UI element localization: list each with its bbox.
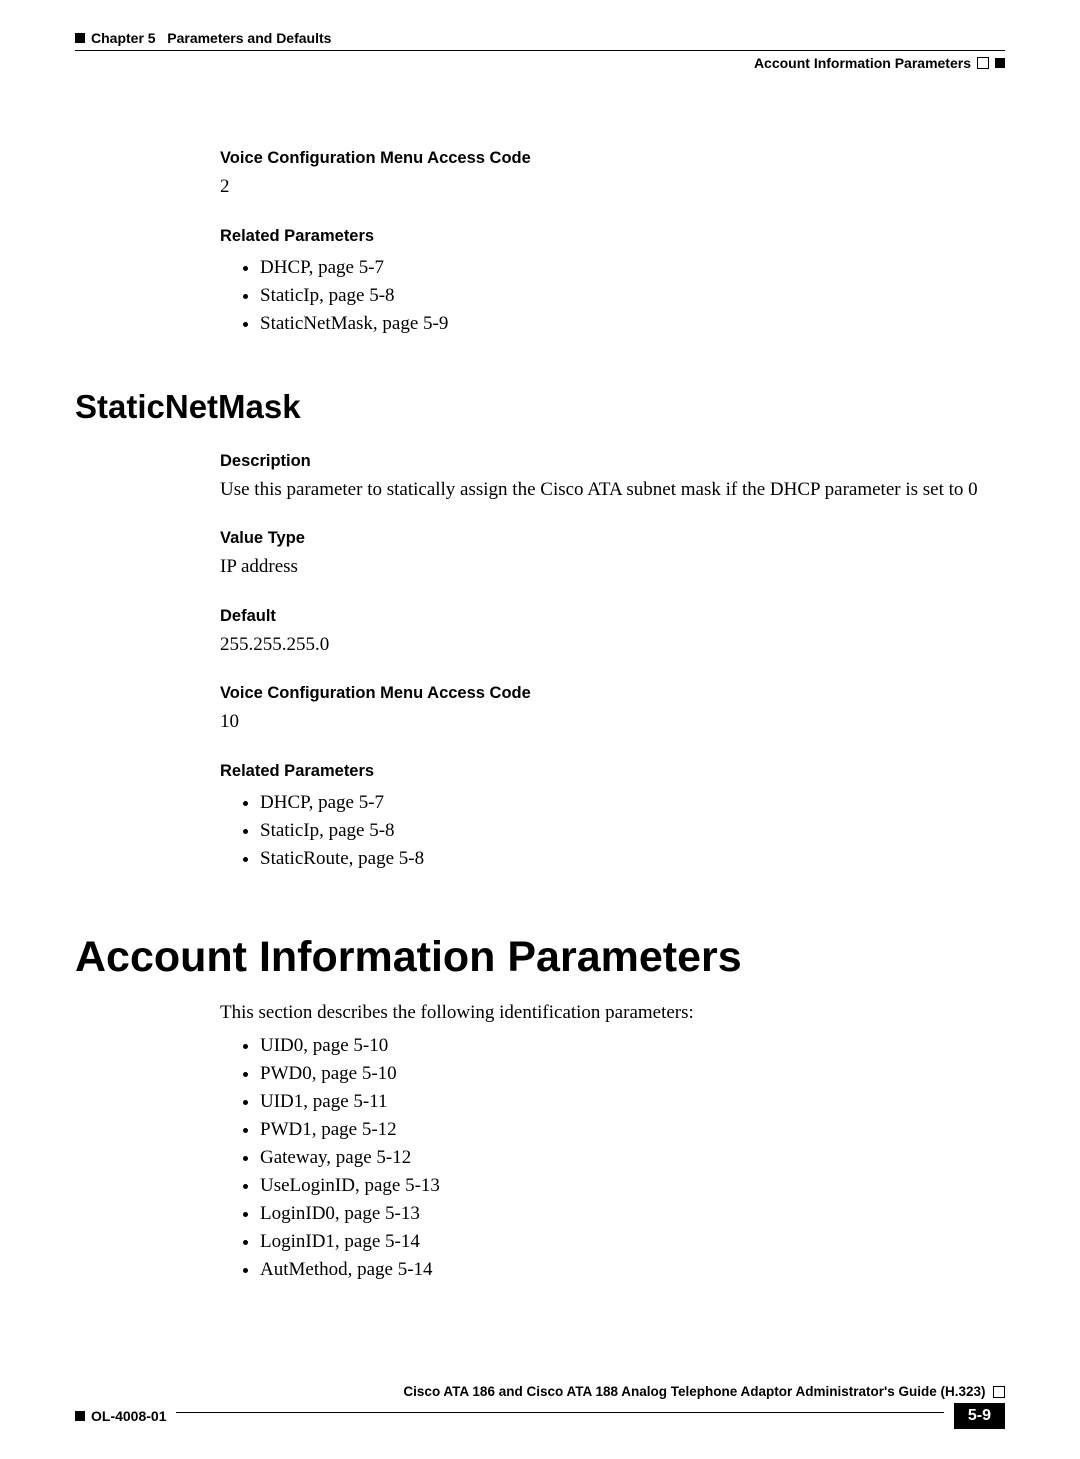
list-item: DHCP, page 5-7 xyxy=(260,254,1005,282)
bullet-icon xyxy=(75,33,85,43)
list-item: PWD0, page 5-10 xyxy=(260,1060,1005,1088)
value-type-label: Value Type xyxy=(220,529,1005,548)
staticnetmask-heading: StaticNetMask xyxy=(75,388,1005,426)
default-label: Default xyxy=(220,607,1005,626)
list-item: StaticRoute, page 5-8 xyxy=(260,845,1005,873)
voice-code-label-2: Voice Configuration Menu Access Code xyxy=(220,684,1005,703)
section-header: Account Information Parameters xyxy=(75,55,1005,71)
account-info-intro: This section describes the following ide… xyxy=(220,1002,1005,1024)
list-item: DHCP, page 5-7 xyxy=(260,789,1005,817)
list-item: LoginID0, page 5-13 xyxy=(260,1200,1005,1228)
related-params-label-2: Related Parameters xyxy=(220,762,1005,781)
list-item: StaticNetMask, page 5-9 xyxy=(260,310,1005,338)
voice-code-value-2: 10 xyxy=(220,709,1005,736)
voice-code-value: 2 xyxy=(220,174,1005,201)
description-value: Use this parameter to statically assign … xyxy=(220,477,1005,504)
list-item: StaticIp, page 5-8 xyxy=(260,282,1005,310)
voice-code-label: Voice Configuration Menu Access Code xyxy=(220,149,1005,168)
list-item: UID0, page 5-10 xyxy=(260,1032,1005,1060)
list-item: StaticIp, page 5-8 xyxy=(260,817,1005,845)
value-type-value: IP address xyxy=(220,554,1005,581)
bullet-icon xyxy=(995,58,1005,68)
related-params-list-2: DHCP, page 5-7 StaticIp, page 5-8 Static… xyxy=(220,789,1005,873)
list-item: UID1, page 5-11 xyxy=(260,1088,1005,1116)
section-title: Account Information Parameters xyxy=(754,55,971,71)
page-number: 5-9 xyxy=(954,1403,1005,1429)
description-label: Description xyxy=(220,452,1005,471)
account-info-list: UID0, page 5-10 PWD0, page 5-10 UID1, pa… xyxy=(220,1032,1005,1284)
list-item: LoginID1, page 5-14 xyxy=(260,1228,1005,1256)
chapter-label: Chapter 5 Parameters and Defaults xyxy=(91,30,331,46)
list-item: Gateway, page 5-12 xyxy=(260,1144,1005,1172)
related-params-list: DHCP, page 5-7 StaticIp, page 5-8 Static… xyxy=(220,254,1005,338)
list-item: AutMethod, page 5-14 xyxy=(260,1256,1005,1284)
footer: Cisco ATA 186 and Cisco ATA 188 Analog T… xyxy=(75,1384,1005,1429)
related-params-label: Related Parameters xyxy=(220,227,1005,246)
list-item: UseLoginID, page 5-13 xyxy=(260,1172,1005,1200)
bullet-outline-icon xyxy=(977,57,989,69)
footer-doc-id: OL-4008-01 xyxy=(75,1408,166,1424)
list-item: PWD1, page 5-12 xyxy=(260,1116,1005,1144)
header-bar: Chapter 5 Parameters and Defaults xyxy=(75,30,1005,46)
default-value: 255.255.255.0 xyxy=(220,632,1005,659)
account-info-heading: Account Information Parameters xyxy=(75,933,1005,982)
